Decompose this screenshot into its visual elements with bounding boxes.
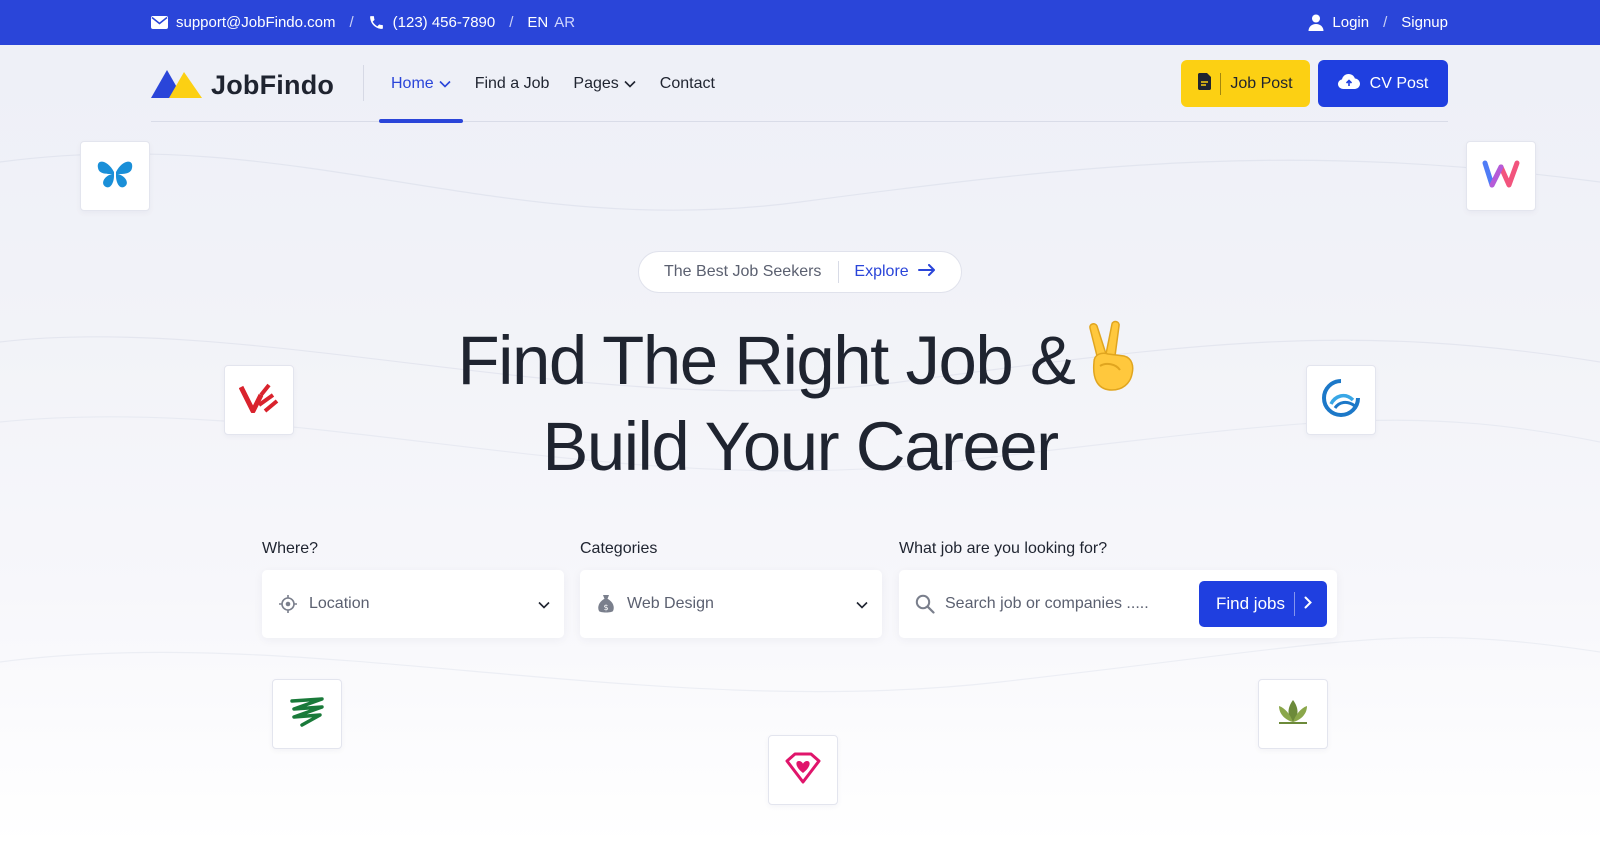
envelope-icon <box>151 16 168 29</box>
lang-ar[interactable]: AR <box>554 14 575 31</box>
cloud-upload-icon <box>1337 73 1360 94</box>
hero-pill: The Best Job Seekers Explore <box>638 251 962 293</box>
search-icon <box>915 594 935 614</box>
chevron-right-icon <box>1304 594 1312 614</box>
find-jobs-label: Find jobs <box>1216 594 1285 613</box>
company-tile[interactable] <box>768 735 838 805</box>
categories-select[interactable]: $ Web Design <box>580 570 882 638</box>
categories-value: Web Design <box>627 595 714 612</box>
location-select[interactable]: Location <box>262 570 564 638</box>
headline-line-1: Find The Right Job & <box>457 322 1076 399</box>
divider <box>1220 72 1222 95</box>
phone-icon <box>368 14 385 31</box>
categories-label: Categories <box>580 540 658 557</box>
hero-headline: Find The Right Job & Build Your Career <box>300 318 1300 490</box>
victory-hand-icon <box>1080 320 1142 392</box>
lotus-logo-icon <box>1273 698 1313 731</box>
separator: / <box>1383 14 1388 31</box>
job-post-button[interactable]: Job Post <box>1181 60 1310 107</box>
email-contact[interactable]: support@JobFindo.com <box>151 14 335 31</box>
phone-contact[interactable]: (123) 456-7890 <box>368 14 496 31</box>
nav-contact-label: Contact <box>659 74 715 92</box>
logo-text: JobFindo <box>211 70 335 100</box>
nav-home-label: Home <box>391 74 434 92</box>
company-tile[interactable] <box>224 365 294 435</box>
company-tile[interactable] <box>1258 679 1328 749</box>
cv-post-label: CV Post <box>1369 74 1429 92</box>
svg-text:$: $ <box>603 603 608 612</box>
separator: / <box>349 14 354 31</box>
email-link[interactable]: support@JobFindo.com <box>176 14 335 31</box>
chevron-down-icon <box>624 75 636 93</box>
nav-find-a-job-label: Find a Job <box>474 74 550 92</box>
location-value: Location <box>309 595 370 612</box>
nav-contact[interactable]: Contact <box>648 45 727 122</box>
main-header: JobFindo Home Find a Job Pages Contact J… <box>151 45 1448 123</box>
company-tile[interactable] <box>80 141 150 211</box>
company-tile[interactable] <box>1306 365 1376 435</box>
nav-pages-label: Pages <box>573 74 619 92</box>
green-scribble-logo-icon <box>286 695 328 734</box>
pill-text: The Best Job Seekers <box>664 263 822 280</box>
lang-en[interactable]: EN <box>527 14 548 31</box>
what-label: What job are you looking for? <box>899 540 1108 557</box>
heart-diamond-logo-icon <box>783 751 823 790</box>
document-icon <box>1198 72 1212 95</box>
logo-divider <box>363 65 364 101</box>
cv-post-button[interactable]: CV Post <box>1318 60 1448 107</box>
nav-home[interactable]: Home <box>379 45 463 123</box>
butterfly-logo-icon <box>96 158 134 195</box>
w-gradient-logo-icon <box>1481 159 1521 194</box>
company-tile[interactable] <box>272 679 342 749</box>
phone-link[interactable]: (123) 456-7890 <box>393 14 496 31</box>
chevron-down-icon <box>439 75 451 93</box>
divider <box>1293 592 1295 616</box>
login-link[interactable]: Login <box>1332 14 1369 31</box>
pill-divider <box>838 261 840 283</box>
company-tile[interactable] <box>1466 141 1536 211</box>
money-bag-icon: $ <box>596 594 616 614</box>
user-icon <box>1308 14 1324 31</box>
site-logo[interactable]: JobFindo <box>151 67 334 104</box>
job-post-label: Job Post <box>1230 74 1293 92</box>
crosshair-icon <box>278 595 298 613</box>
where-label: Where? <box>262 540 319 557</box>
v-red-logo-icon <box>238 383 279 418</box>
arrow-right-icon <box>917 263 936 281</box>
find-jobs-button[interactable]: Find jobs <box>1199 581 1327 627</box>
nav-find-a-job[interactable]: Find a Job <box>463 45 562 122</box>
chevron-down-icon <box>538 596 550 614</box>
top-bar: support@JobFindo.com / (123) 456-7890 / … <box>0 0 1600 45</box>
logo-mark-icon <box>151 67 203 104</box>
explore-label: Explore <box>854 263 909 280</box>
chevron-down-icon <box>856 596 868 614</box>
signup-link[interactable]: Signup <box>1401 14 1448 31</box>
job-search-input[interactable] <box>945 595 1185 613</box>
headline-line-2: Build Your Career <box>542 408 1059 485</box>
main-nav: Home Find a Job Pages Contact <box>379 45 727 123</box>
login-link-group[interactable]: Login <box>1308 14 1369 31</box>
nav-pages[interactable]: Pages <box>561 45 647 122</box>
wave-blue-logo-icon <box>1321 378 1361 423</box>
separator: / <box>509 14 514 31</box>
explore-link[interactable]: Explore <box>854 263 935 281</box>
job-search-box: Find jobs <box>899 570 1337 638</box>
